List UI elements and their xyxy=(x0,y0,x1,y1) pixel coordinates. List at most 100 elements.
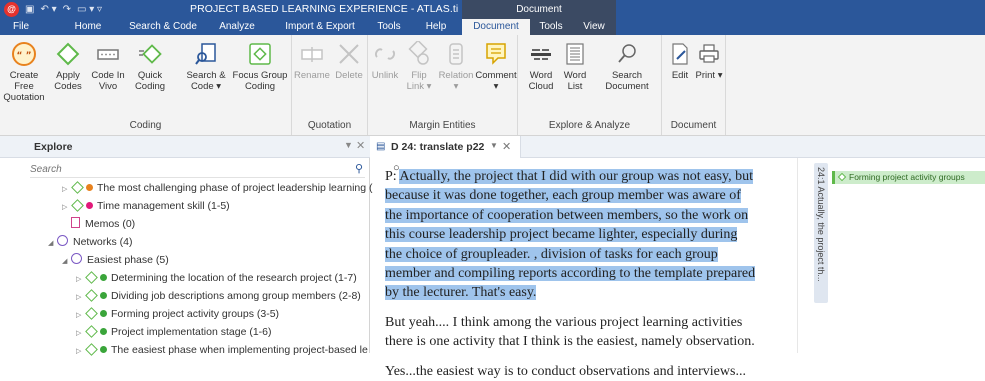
document-body[interactable]: ○ P: Actually, the project that I did wi… xyxy=(385,162,757,381)
code-icon xyxy=(85,325,98,338)
tree-item[interactable]: ▷ Project implementation stage (1-6) xyxy=(76,324,272,340)
word-list-label: Word List xyxy=(563,70,587,92)
code-label-chip[interactable]: Forming project activity groups xyxy=(832,171,985,184)
collapse-arrow-icon[interactable]: ◢ xyxy=(48,236,57,252)
ribbon-group-explore-analyze: Word Cloud Word List Search Document Exp… xyxy=(518,35,662,135)
tree-item[interactable]: ▷ Forming project activity groups (3-5) xyxy=(76,306,279,322)
code-in-vivo-icon xyxy=(97,49,119,60)
quotation-bracket[interactable]: 24:1 Actually, the project th... xyxy=(814,163,828,303)
relation-label: Relation ▾ xyxy=(438,70,474,92)
comment-icon xyxy=(486,43,506,65)
save-icon[interactable]: ▣ xyxy=(25,2,34,17)
search-document-button[interactable]: Search Document xyxy=(600,41,654,92)
search-and-code-label: Search & Code ▾ xyxy=(186,70,226,92)
search-document-icon xyxy=(618,44,636,63)
apply-codes-button[interactable]: Apply Codes xyxy=(48,41,88,92)
tab-search-code[interactable]: Search & Code xyxy=(124,19,202,35)
code-icon xyxy=(85,289,98,302)
expand-arrow-icon[interactable]: ▷ xyxy=(76,290,85,306)
tree-item[interactable]: ◢ Easiest phase (5) xyxy=(62,252,169,268)
print-label: Print ▾ xyxy=(695,70,723,81)
edit-icon xyxy=(672,43,688,65)
print-button[interactable]: Print ▾ xyxy=(694,41,724,81)
paragraph[interactable]: But yeah.... I think among the various p… xyxy=(385,313,757,352)
tab-context-view[interactable]: View xyxy=(572,19,616,35)
tab-analyze[interactable]: Analyze xyxy=(212,19,262,35)
create-free-quotation-button[interactable]: “ ” Create Free Quotation xyxy=(0,41,48,103)
expand-arrow-icon[interactable]: ▷ xyxy=(76,272,85,288)
tab-tools[interactable]: Tools xyxy=(372,19,406,35)
document-tab-strip: ▤ D 24: translate p22 ▼ ✕ xyxy=(371,136,985,158)
tree-item-label: Dividing job descriptions among group me… xyxy=(111,290,361,302)
paragraph[interactable]: Yes...the easiest way is to conduct obse… xyxy=(385,362,757,381)
tab-help[interactable]: Help xyxy=(420,19,452,35)
pane-options-icon[interactable]: ▼ xyxy=(344,140,353,150)
code-icon xyxy=(837,172,847,182)
quick-coding-button[interactable]: Quick Coding xyxy=(128,41,172,92)
tree-item[interactable]: ▷ The easiest phase when implementing pro… xyxy=(76,342,368,358)
tab-options-icon[interactable]: ▼ xyxy=(490,141,498,150)
edit-button[interactable]: Edit xyxy=(666,41,694,81)
customize-icon[interactable]: ▭ ▾ ▿ xyxy=(77,2,102,17)
tab-home[interactable]: Home xyxy=(68,19,108,35)
margin-area: 24:1 Actually, the project th... Forming… xyxy=(797,158,985,353)
relation-button[interactable]: Relation ▾ xyxy=(436,41,476,92)
expand-arrow-icon[interactable]: ▷ xyxy=(62,182,71,198)
explore-search: ⚲ xyxy=(30,162,365,178)
quick-coding-label: Quick Coding xyxy=(134,70,166,92)
quotation-icon: “ ” xyxy=(12,42,36,66)
redo-icon[interactable]: ↷ xyxy=(63,2,71,17)
word-cloud-button[interactable]: Word Cloud xyxy=(524,41,558,92)
focus-group-coding-button[interactable]: Focus Group Coding xyxy=(232,41,288,92)
rename-icon xyxy=(301,47,323,62)
paragraph[interactable]: P: Actually, the project that I did with… xyxy=(385,167,757,303)
delete-button[interactable]: Delete xyxy=(330,41,368,81)
apply-codes-icon xyxy=(56,42,80,66)
tree-item[interactable]: ▷ Determining the location of the researc… xyxy=(76,270,357,286)
tree-item[interactable]: Memos (0) xyxy=(62,216,135,232)
unlink-label: Unlink xyxy=(371,70,399,81)
tab-file[interactable]: File xyxy=(6,19,36,35)
expand-arrow-icon[interactable]: ▷ xyxy=(76,308,85,324)
selected-quotation[interactable]: Actually, the project that I did with ou… xyxy=(385,169,756,301)
collapse-arrow-icon[interactable]: ◢ xyxy=(62,254,71,270)
tree-item[interactable]: ▷ The most challenging phase of project l… xyxy=(62,180,373,196)
word-list-icon xyxy=(566,43,584,65)
comment-button[interactable]: Comment ▾ xyxy=(474,41,518,92)
focus-group-coding-label: Focus Group Coding xyxy=(232,70,288,92)
code-in-vivo-button[interactable]: Code In Vivo xyxy=(88,41,128,92)
document-tab[interactable]: ▤ D 24: translate p22 ▼ ✕ xyxy=(371,136,521,158)
tab-document[interactable]: Document xyxy=(462,19,530,35)
tab-context-tools[interactable]: Tools xyxy=(530,19,572,35)
memo-icon xyxy=(71,217,80,228)
explore-header: Explore ▼ ✕ xyxy=(0,136,370,158)
unlink-button[interactable]: Unlink xyxy=(368,41,402,81)
rename-label: Rename xyxy=(294,70,330,81)
ribbon-group-document: Edit Print ▾ Document xyxy=(662,35,726,135)
expand-arrow-icon[interactable]: ▷ xyxy=(76,326,85,342)
tree-item-label: Determining the location of the research… xyxy=(111,272,357,284)
search-and-code-button[interactable]: Search & Code ▾ xyxy=(184,41,228,92)
word-cloud-icon xyxy=(531,49,551,60)
app-logo: @ xyxy=(4,2,19,17)
code-color-dot-icon xyxy=(100,274,107,281)
tab-import-export[interactable]: Import & Export xyxy=(280,19,360,35)
word-list-button[interactable]: Word List xyxy=(558,41,592,92)
tree-item-label: Memos (0) xyxy=(85,218,136,230)
flip-link-button[interactable]: Flip Link ▾ xyxy=(402,41,436,92)
search-input[interactable] xyxy=(30,162,340,177)
expand-arrow-icon[interactable]: ▷ xyxy=(62,200,71,216)
network-icon xyxy=(57,235,68,246)
expand-arrow-icon[interactable]: ▷ xyxy=(76,344,85,360)
tree-item[interactable]: ▷ Dividing job descriptions among group m… xyxy=(76,288,361,304)
coding-group-label: Coding xyxy=(129,120,162,131)
search-document-label: Search Document xyxy=(605,70,649,92)
search-icon[interactable]: ⚲ xyxy=(355,162,363,175)
rename-button[interactable]: Rename xyxy=(292,41,332,81)
tree-item[interactable]: ◢ Networks (4) xyxy=(48,234,133,250)
undo-icon[interactable]: ↶ ▾ xyxy=(40,2,56,17)
close-icon[interactable]: ✕ xyxy=(356,139,365,152)
tree-item[interactable]: ▷ Time management skill (1-5) xyxy=(62,198,230,214)
window-title: PROJECT BASED LEARNING EXPERIENCE - ATLA… xyxy=(190,3,459,15)
close-icon[interactable]: ✕ xyxy=(502,140,511,153)
